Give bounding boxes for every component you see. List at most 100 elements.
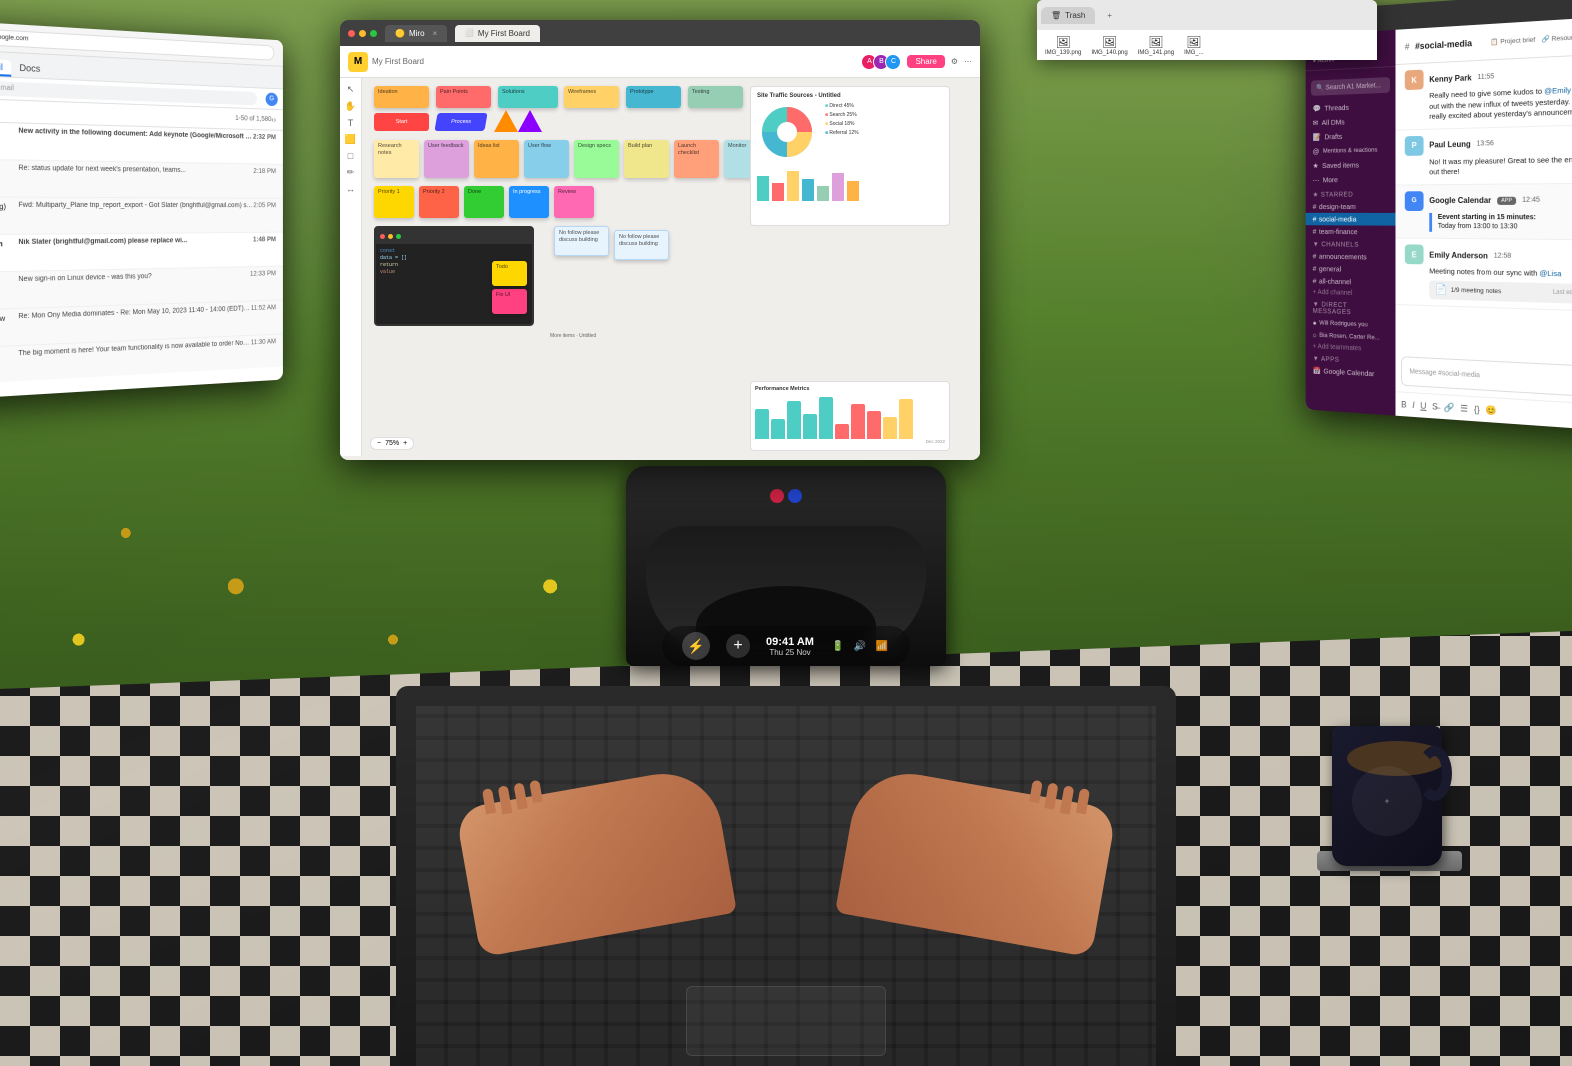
email-row-2[interactable]: James Spacey Re: status update for next … xyxy=(0,159,283,199)
project-brief-link[interactable]: 📋 Project brief xyxy=(1491,35,1536,46)
miro-minimize[interactable] xyxy=(359,30,366,37)
code-icon[interactable]: {} xyxy=(1474,404,1480,414)
miro-board-area[interactable]: Ideation Pain Points Solutions Wireframe… xyxy=(364,78,980,456)
msg-text-gcal: Eevent starting in 15 minutes: Today fro… xyxy=(1429,212,1572,233)
sticky-6[interactable]: Testing xyxy=(688,86,743,108)
miro-canvas[interactable]: ↖ ✋ T 🟨 □ ✏ ↔ Ideation Pain Points Solut… xyxy=(340,78,980,456)
strikethrough-icon[interactable]: S̶ xyxy=(1432,401,1438,411)
miro-zoom-control[interactable]: − 75% + xyxy=(370,437,414,450)
msg-text-kenny: Really need to give some kudos to @Emily… xyxy=(1429,84,1572,123)
msg-sender-emily: Emily Anderson xyxy=(1429,250,1488,260)
channel-hash-icon-3: # xyxy=(1313,227,1317,236)
slack-msg-paul[interactable]: P Paul Leung 13:56 No! It was my pleasur… xyxy=(1396,124,1572,185)
toolbar-nav-forward[interactable]: › xyxy=(274,115,276,124)
tool-connector[interactable]: ↔ xyxy=(346,184,355,194)
sticky-r2-5[interactable]: Design specs xyxy=(574,140,619,178)
miro-settings-icon[interactable]: ⚙ xyxy=(951,57,958,66)
sticky-note-blue-1[interactable]: No follow please discuss building xyxy=(554,226,609,256)
wireframe-box[interactable]: const data = [] return value Fix UI Todo xyxy=(374,226,534,326)
sticky-3[interactable]: Solutions xyxy=(498,86,558,108)
sticky-r2-7[interactable]: Launch checklist xyxy=(674,140,719,178)
tool-text[interactable]: T xyxy=(348,118,354,128)
slack-nav-more[interactable]: ⋯ More xyxy=(1306,172,1396,187)
resources-link[interactable]: 🔗 Resources xyxy=(1541,32,1572,43)
slack-msg-emily[interactable]: E Emily Anderson 12:58 Meeting notes fro… xyxy=(1396,238,1572,312)
miro-logo[interactable]: M xyxy=(348,52,368,72)
wireframe-sticky-2[interactable]: Todo xyxy=(492,261,527,286)
sticky-r3-2[interactable]: Priority 2 xyxy=(419,186,459,218)
msg-time-emily: 12:58 xyxy=(1494,252,1511,259)
tool-shape[interactable]: □ xyxy=(348,151,353,161)
sticky-r2-2[interactable]: User feedback xyxy=(424,140,469,178)
gmail-avatar[interactable]: G xyxy=(266,92,278,106)
flow-diamond-up[interactable] xyxy=(494,110,518,132)
spotlight-icon: ⚡ xyxy=(687,638,704,655)
saved-icon: ★ xyxy=(1313,161,1319,170)
trash-file-4: 🖼 IMG_... xyxy=(1184,35,1204,56)
tool-pen[interactable]: ✏ xyxy=(347,167,355,178)
bold-icon[interactable]: B xyxy=(1401,399,1407,409)
trash-tab-active[interactable]: 🗑 Trash xyxy=(1041,7,1095,24)
tool-sticky[interactable]: 🟨 xyxy=(345,134,356,145)
slack-search[interactable]: 🔍 Search A1 Market... xyxy=(1306,73,1396,100)
sticky-4[interactable]: Wireframes xyxy=(564,86,619,108)
flow-start[interactable]: Start xyxy=(374,113,429,131)
slack-msg-gcal[interactable]: G Google Calendar APP 12:45 Eevent start… xyxy=(1396,183,1572,241)
volume-icon[interactable]: 🔊 xyxy=(852,640,868,652)
sticky-2[interactable]: Pain Points xyxy=(436,86,491,108)
sticky-r3-3[interactable]: Done xyxy=(464,186,504,218)
slack-sidebar: A1 Marketing Ltd. ● Active 🔍 Search A1 M… xyxy=(1306,30,1396,416)
slack-nav-saved[interactable]: ★ Saved items xyxy=(1306,157,1396,173)
sticky-1[interactable]: Ideation xyxy=(374,86,429,108)
zoom-out[interactable]: − xyxy=(377,440,381,447)
msg-time-paul: 13:56 xyxy=(1477,140,1494,147)
gmail-tab-gmail[interactable]: Gmail xyxy=(0,58,11,77)
sticky-5[interactable]: Prototype xyxy=(626,86,681,108)
gmail-tab-docs[interactable]: Docs xyxy=(11,60,48,78)
sticky-r3-5[interactable]: Review xyxy=(554,186,594,218)
flow-process[interactable]: Process xyxy=(434,113,487,131)
miro-tab-active[interactable]: ⬜ My First Board xyxy=(455,25,540,42)
sticky-r2-3[interactable]: Ideas list xyxy=(474,140,519,178)
sticky-r3-4[interactable]: In progress xyxy=(509,186,549,218)
email-row-3[interactable]: Nik Slater (brightful@g) Fwd: Multiparty… xyxy=(0,197,283,235)
slack-nav-mentions[interactable]: @ Mentions & reactions xyxy=(1306,142,1396,158)
trash-tab-extra[interactable]: + xyxy=(1099,8,1120,23)
slack-msg-kenny[interactable]: K Kenny Park 11:55 Really need to give s… xyxy=(1396,54,1572,131)
msg-attachment[interactable]: 📄 1/9 meeting notes Last edited just now xyxy=(1429,280,1572,304)
zoom-in[interactable]: + xyxy=(403,440,407,447)
trackpad[interactable] xyxy=(686,986,886,1056)
tool-cursor[interactable]: ↖ xyxy=(347,84,355,95)
miro-chart-area[interactable]: Site Traffic Sources - Untitled ■ Di xyxy=(750,86,950,226)
miro-more-icon[interactable]: ⋯ xyxy=(964,57,972,66)
taskbar-add-button[interactable]: + xyxy=(726,634,750,658)
wireframe-sticky-1[interactable]: Fix UI xyxy=(492,289,527,314)
emoji-icon[interactable]: 😊 xyxy=(1486,404,1497,416)
link-icon[interactable]: 🔗 xyxy=(1444,402,1455,414)
taskbar-app-icon[interactable]: ⚡ xyxy=(682,632,710,660)
battery-icon[interactable]: 🔋 xyxy=(830,640,846,652)
slack-channel-design-team[interactable]: # design-team xyxy=(1306,200,1396,213)
list-icon[interactable]: ☰ xyxy=(1460,403,1468,415)
miro-maximize[interactable] xyxy=(370,30,377,37)
sticky-r2-4[interactable]: User flow xyxy=(524,140,569,178)
miro-window: 🟡 Miro × ⬜ My First Board M My First Boa… xyxy=(340,20,980,460)
miro-share-button[interactable]: Share xyxy=(907,55,944,68)
slack-channel-team-finance[interactable]: # team-finance xyxy=(1306,225,1396,238)
sticky-r2-6[interactable]: Build plan xyxy=(624,140,669,178)
sticky-r3-1[interactable]: Priority 1 xyxy=(374,186,414,218)
miro-close[interactable] xyxy=(348,30,355,37)
underline-icon[interactable]: U xyxy=(1420,401,1426,411)
miro-browser-tab[interactable]: 🟡 Miro × xyxy=(385,25,447,42)
drafts-icon: 📝 xyxy=(1313,133,1321,142)
italic-icon[interactable]: I xyxy=(1412,400,1414,410)
miro-bottom-chart[interactable]: Performance Metrics Dec 2022 xyxy=(750,381,950,451)
tool-hand[interactable]: ✋ xyxy=(345,101,356,112)
flow-decision[interactable] xyxy=(518,110,542,132)
slack-channel-social-media[interactable]: # social-media xyxy=(1306,213,1396,226)
msg-sender-gcal: Google Calendar xyxy=(1429,196,1491,205)
miro-tab-close[interactable]: × xyxy=(433,29,438,38)
sticky-note-blue-2[interactable]: No follow please discuss building xyxy=(614,230,669,260)
sticky-r2-1[interactable]: Research notes xyxy=(374,140,419,178)
wifi-icon[interactable]: 📶 xyxy=(874,640,890,652)
